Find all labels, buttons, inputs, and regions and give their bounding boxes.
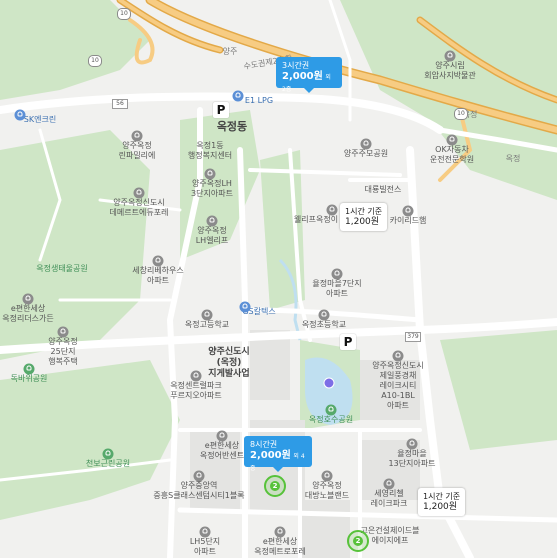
gas-station-icon[interactable] bbox=[239, 301, 251, 313]
price-tag-price: 2,000원 bbox=[282, 71, 323, 82]
apartment-icon[interactable] bbox=[383, 478, 395, 490]
price-tag-price: 1,200원 bbox=[345, 217, 380, 227]
label-sechang: 세창리베하우스 아파트 bbox=[132, 266, 184, 285]
label-feel-apt: 옥정센트럴파크 푸르지오아파트 bbox=[170, 381, 222, 400]
route-shield-10: 10 bbox=[88, 55, 102, 67]
label-hanyang: 양주옥정신도시 제일풍경채 레이크시티 A10-1BL 아파트 bbox=[372, 361, 424, 410]
label-okjeong-park: 옥정생태울공원 bbox=[36, 264, 88, 273]
label-okjeong-hosu: 옥정호수공원 bbox=[308, 415, 354, 424]
label-okjeong-ic: 옥정 bbox=[505, 154, 521, 163]
apartment-icon[interactable] bbox=[199, 526, 211, 538]
label-e1-lpg: E1 LPG bbox=[244, 96, 274, 105]
apartment-icon[interactable] bbox=[216, 430, 228, 442]
apartment-icon[interactable] bbox=[133, 187, 145, 199]
label-e-pyunhan: e편한세상 옥정리더스가든 bbox=[2, 304, 54, 323]
apartment-icon[interactable] bbox=[22, 293, 34, 305]
price-tag-price-row: 2,000원 외 2종 bbox=[282, 71, 336, 95]
apartment-icon[interactable] bbox=[193, 470, 205, 482]
apartment-icon[interactable] bbox=[402, 205, 414, 217]
label-lynn-park: 양주옥정 린파밀리에 bbox=[118, 141, 156, 160]
park-icon[interactable] bbox=[23, 363, 35, 375]
label-lh25: 양주옥정 25단지 행복주택 bbox=[48, 337, 78, 366]
apartment-icon[interactable] bbox=[406, 438, 418, 450]
label-sewol: 세영리첼 레이크파크 bbox=[370, 489, 408, 508]
route-shield-56: 56 bbox=[112, 99, 128, 109]
label-yangju-newtown: 양주신도시 (옥정) 지게발사업 bbox=[208, 347, 250, 379]
apartment-icon[interactable] bbox=[321, 470, 333, 482]
cluster-count: 2 bbox=[270, 481, 280, 491]
label-cheonbo: 천보근린공원 bbox=[85, 459, 131, 468]
price-tag-price-row: 2,000원 외 4종 bbox=[250, 450, 306, 474]
label-ok7: 율정마을7단지 아파트 bbox=[312, 279, 362, 298]
location-dot-icon bbox=[323, 377, 335, 389]
parking-cluster[interactable]: 2 bbox=[264, 475, 286, 497]
label-lh5: LH5단지 아파트 bbox=[189, 537, 221, 556]
price-tag-price: 2,000원 bbox=[250, 450, 291, 461]
school-icon[interactable] bbox=[318, 309, 330, 321]
label-dokbawi: 독바위공원 bbox=[10, 374, 48, 383]
label-okjeong-dong: 옥정동 bbox=[216, 120, 248, 133]
label-lh3: 양주옥정LH 3단지아파트 bbox=[191, 179, 233, 198]
label-daebul: 대룡빌전스 bbox=[364, 185, 402, 194]
apartment-icon[interactable] bbox=[206, 215, 218, 227]
museum-icon[interactable] bbox=[444, 50, 456, 62]
parking-price-tag[interactable]: 1시간 기준 1,200원 bbox=[418, 488, 466, 516]
cluster-count: 2 bbox=[353, 536, 363, 546]
parking-pin[interactable]: P bbox=[340, 334, 356, 350]
route-shield-10: 10 bbox=[454, 108, 468, 120]
map-canvas[interactable]: 옥정동 옥정1동 행정복지센터 양주옥정 린파밀리에 양주옥정LH 3단지아파트… bbox=[0, 0, 557, 558]
label-yangju-mart: 양주주모공원 bbox=[343, 149, 389, 158]
school-icon[interactable] bbox=[201, 309, 213, 321]
label-okjeong-high: 옥정고등학교 bbox=[184, 320, 230, 329]
label-sk-energy: SK엔크린 bbox=[23, 115, 57, 124]
apartment-icon[interactable] bbox=[190, 370, 202, 382]
label-daebang: 양주옥정 대방노블랜드 bbox=[304, 481, 350, 500]
park-icon[interactable] bbox=[325, 404, 337, 416]
apartment-icon[interactable] bbox=[326, 204, 338, 216]
route-shield-10: 10 bbox=[117, 8, 131, 20]
apartment-icon[interactable] bbox=[131, 130, 143, 142]
apartment-icon[interactable] bbox=[204, 168, 216, 180]
label-lh-ellipse: 양주옥정 LH엘리프 bbox=[195, 226, 229, 245]
apartment-icon[interactable] bbox=[152, 255, 164, 267]
apartment-icon[interactable] bbox=[57, 326, 69, 338]
label-ok13: 율정마을 13단지아파트 bbox=[388, 449, 436, 468]
label-e-pyunhan2: e편한세상 옥정어반센트 bbox=[199, 441, 245, 460]
label-e-pyunhan3: e편한세상 옥정메트로포레 bbox=[254, 537, 306, 556]
price-tag-duration: 1시간 기준 bbox=[423, 492, 461, 501]
label-goeun: 고은건설제이드블 에이지에프 bbox=[360, 526, 420, 545]
apartment-icon[interactable] bbox=[360, 138, 372, 150]
price-tag-duration: 3시간권 bbox=[282, 61, 310, 70]
apartment-icon[interactable] bbox=[331, 268, 343, 280]
parking-pin[interactable]: P bbox=[213, 102, 229, 118]
label-yangju-okjeong: 양주중앙역 중흥S클래스센텀시티1블록 bbox=[153, 481, 245, 500]
label-demeter: 양주옥정신도시 데메르트에듀포레 bbox=[109, 198, 169, 217]
label-kaiaihome: 카이리드햄 bbox=[389, 216, 427, 225]
school-icon[interactable] bbox=[446, 134, 458, 146]
price-tag-duration: 1시간 기준 bbox=[345, 207, 383, 216]
park-icon[interactable] bbox=[102, 448, 114, 460]
label-okjeong1-center: 옥정1동 행정복지센터 bbox=[187, 141, 233, 160]
gas-station-icon[interactable] bbox=[14, 109, 26, 121]
label-yangju-hall: 양주시립 회암사지박물관 bbox=[424, 61, 476, 80]
route-shield-379: 379 bbox=[405, 332, 421, 342]
price-tag-price: 1,200원 bbox=[423, 502, 458, 512]
price-tag-duration: 8시간권 bbox=[250, 440, 278, 449]
gas-station-icon[interactable] bbox=[232, 90, 244, 102]
parking-price-tag[interactable]: 8시간권 2,000원 외 4종 bbox=[244, 436, 312, 472]
label-okjeong-elem: 옥정초등학교 bbox=[301, 320, 347, 329]
label-cellprime: 웰리프옥정이 bbox=[293, 215, 339, 224]
label-oaxha: OK자동차 운전전문학원 bbox=[429, 145, 475, 164]
apartment-icon[interactable] bbox=[274, 526, 286, 538]
parking-price-tag[interactable]: 3시간권 2,000원 외 2종 bbox=[276, 57, 342, 93]
parking-price-tag[interactable]: 1시간 기준 1,200원 bbox=[340, 203, 388, 231]
apartment-icon[interactable] bbox=[392, 350, 404, 362]
parking-cluster[interactable]: 2 bbox=[347, 530, 369, 552]
label-yangju-ic: 양주 bbox=[222, 47, 238, 56]
